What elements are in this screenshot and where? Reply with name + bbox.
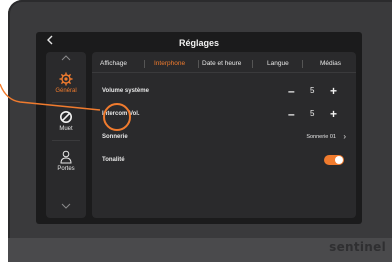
annotation-callout bbox=[0, 83, 131, 131]
